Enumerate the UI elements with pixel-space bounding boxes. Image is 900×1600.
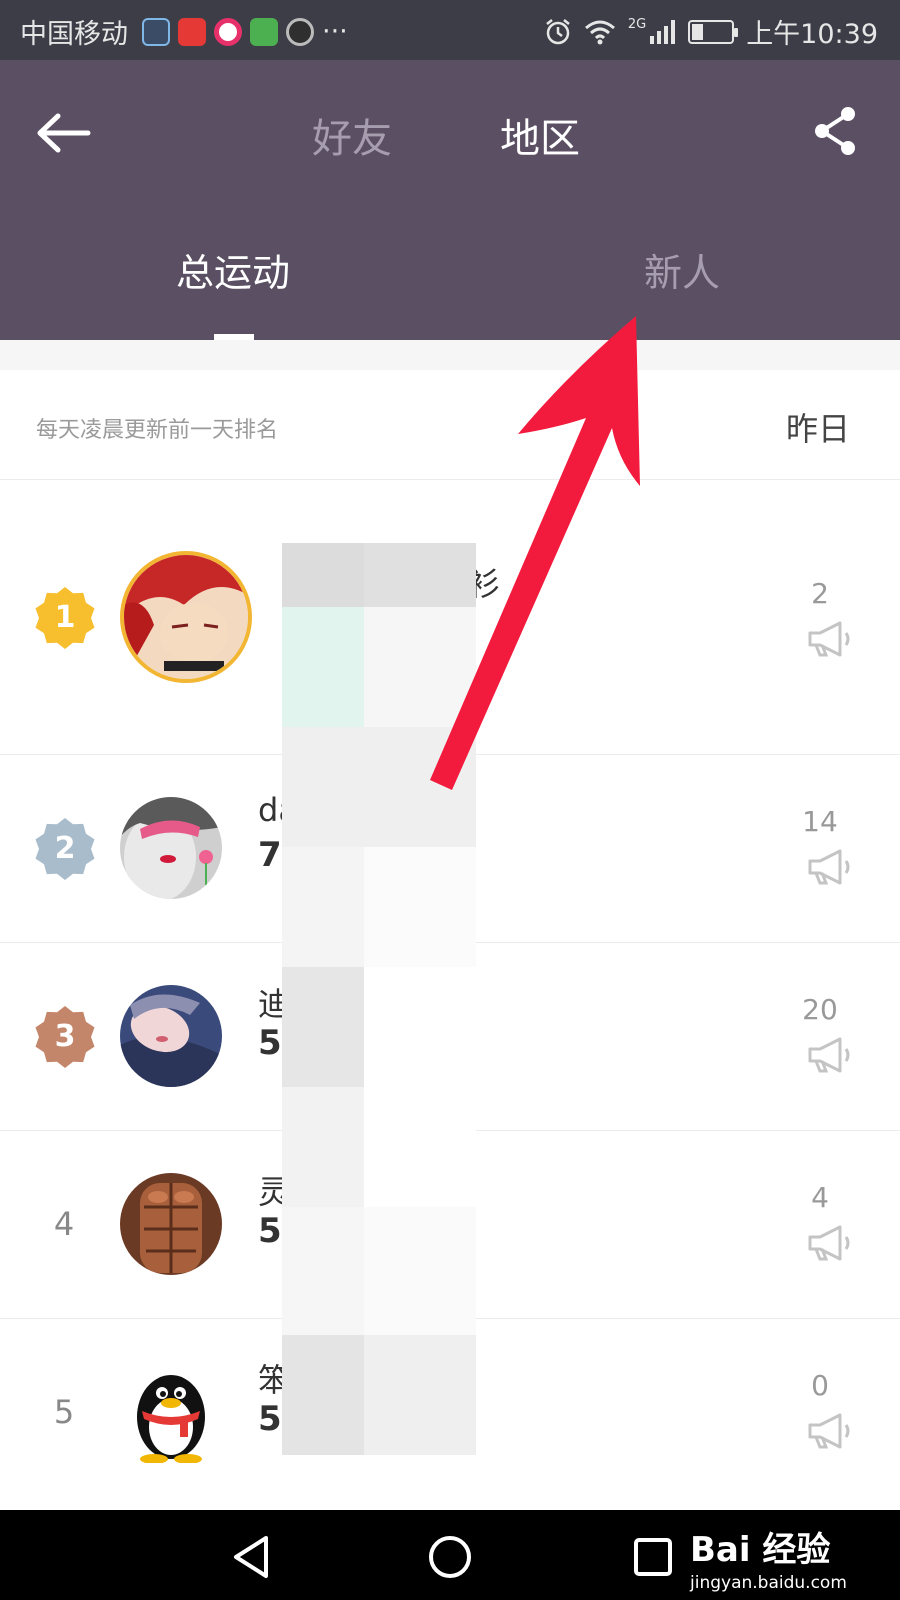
- carrier-label: 中国移动: [20, 19, 128, 50]
- avatar[interactable]: [120, 797, 222, 899]
- avatar-image: [120, 985, 222, 1087]
- avatar-image: [124, 555, 248, 679]
- section-gap: [0, 340, 900, 370]
- rank-number: 2: [54, 831, 76, 866]
- app-header: 好友 地区 总运动 新人: [0, 60, 900, 340]
- back-arrow-icon[interactable]: [34, 108, 94, 158]
- status-right: 2G 上午10:39: [544, 12, 878, 51]
- like-count: 2: [811, 577, 829, 610]
- more-notifications-icon: ···: [322, 16, 348, 47]
- like-count: 0: [811, 1369, 829, 1402]
- mosaic-tile: [364, 1207, 476, 1335]
- mosaic-tile: [282, 1087, 364, 1207]
- rank-number: 4: [53, 1205, 75, 1243]
- mosaic-tile: [282, 727, 476, 847]
- watermark-url: jingyan.baidu.com: [690, 1573, 847, 1593]
- news-app-icon: [178, 17, 206, 46]
- avatar[interactable]: [120, 985, 222, 1087]
- mosaic-tile: [364, 543, 476, 607]
- rank-number: 3: [54, 1019, 76, 1054]
- date-filter-button[interactable]: 昨日: [786, 404, 850, 450]
- megaphone-icon[interactable]: [806, 619, 856, 659]
- rank-badge-bronze: 3: [34, 1006, 96, 1068]
- megaphone-icon[interactable]: [806, 847, 856, 887]
- mosaic-tile: [282, 967, 364, 1087]
- tab-friends[interactable]: 好友: [312, 106, 392, 164]
- app-screen: 中国移动 ··· 2G 上午10:39 好友 地区 总运动 新人 每天凌晨更新前…: [0, 0, 900, 1600]
- privacy-mosaic: [282, 543, 476, 1455]
- mosaic-tile: [282, 1207, 364, 1335]
- alarm-icon: [546, 18, 570, 44]
- like-count: 20: [802, 993, 838, 1026]
- music-app-icon: [214, 17, 242, 46]
- mosaic-tile: [364, 607, 476, 727]
- status-left: 中国移动 ···: [20, 12, 348, 51]
- megaphone-icon[interactable]: [806, 1411, 856, 1451]
- status-bar: 中国移动 ··· 2G 上午10:39: [0, 0, 900, 60]
- avatar-image: [120, 1361, 222, 1463]
- network-type-label: 2G: [627, 17, 647, 32]
- video-app-icon: [250, 17, 278, 46]
- nav-home-icon[interactable]: [425, 1532, 475, 1582]
- mosaic-tile: [282, 1335, 364, 1455]
- wifi-icon: [584, 20, 615, 44]
- rank-number: 1: [54, 600, 76, 635]
- mosaic-tile: [282, 847, 364, 967]
- clock-label: 上午10:39: [746, 19, 878, 50]
- mosaic-tile: [282, 607, 364, 727]
- megaphone-icon[interactable]: [806, 1035, 856, 1075]
- rank-badge-gold: 1: [34, 587, 96, 649]
- nav-recents-icon[interactable]: [628, 1532, 678, 1582]
- subtab-total-activity[interactable]: 总运动: [176, 242, 290, 297]
- avatar[interactable]: [120, 551, 252, 683]
- headset-app-icon: [142, 17, 170, 46]
- rank-number: 5: [53, 1393, 75, 1431]
- battery-fill: [692, 23, 704, 40]
- mosaic-tile: [364, 847, 476, 967]
- subtab-newcomers[interactable]: 新人: [644, 242, 720, 297]
- mosaic-tile: [364, 1335, 476, 1455]
- avatar[interactable]: [120, 1173, 222, 1275]
- watermark-logo: Bai 经验: [690, 1530, 831, 1570]
- mosaic-tile: [364, 967, 476, 1087]
- avatar-image: [120, 797, 222, 899]
- share-icon[interactable]: [810, 104, 860, 158]
- tab-region[interactable]: 地区: [500, 106, 580, 164]
- sports-app-icon: [286, 17, 314, 46]
- avatar[interactable]: [120, 1361, 222, 1463]
- mosaic-tile: [282, 543, 364, 607]
- mosaic-tile: [364, 1087, 476, 1207]
- like-count: 14: [802, 805, 838, 838]
- megaphone-icon[interactable]: [806, 1223, 856, 1263]
- update-note: 每天凌晨更新前一天排名: [36, 418, 279, 443]
- list-header: 每天凌晨更新前一天排名 昨日: [0, 370, 900, 480]
- signal-icon: [650, 19, 676, 44]
- nav-back-icon[interactable]: [228, 1532, 278, 1582]
- like-count: 4: [811, 1181, 829, 1214]
- avatar-image: [120, 1173, 222, 1275]
- rank-badge-silver: 2: [34, 818, 96, 880]
- battery-icon: [688, 19, 739, 44]
- nav-bar: Bai 经验 jingyan.baidu.com: [0, 1510, 900, 1600]
- baidu-jingyan-watermark: Bai 经验 jingyan.baidu.com: [690, 1522, 847, 1593]
